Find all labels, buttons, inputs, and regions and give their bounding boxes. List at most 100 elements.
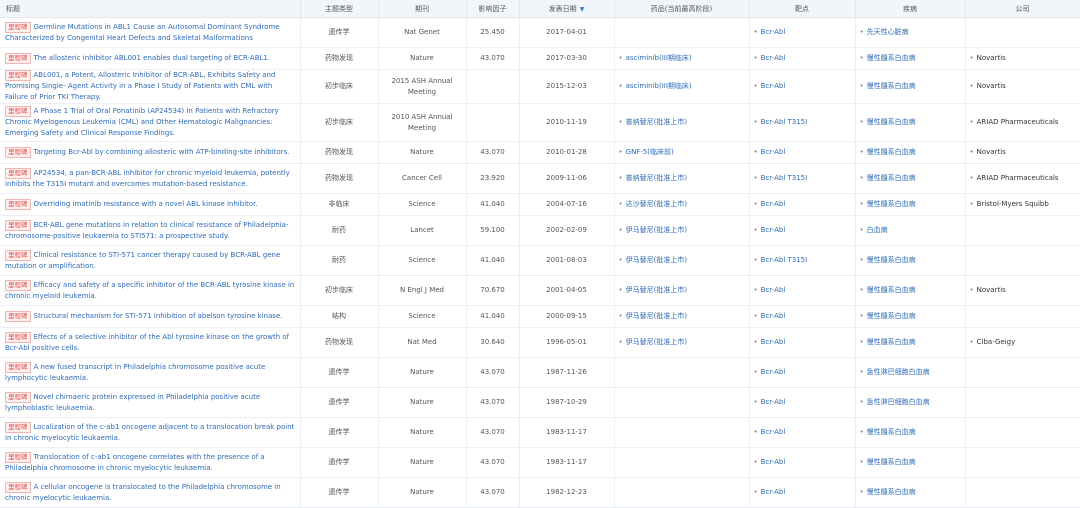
article-title-link[interactable]: AP24534, a pan-BCR-ABL inhibitor for chr… [5, 169, 290, 188]
target-link[interactable]: Bcr-Abl [761, 368, 786, 376]
target-link[interactable]: Bcr-Abl [761, 28, 786, 36]
target-link[interactable]: Bcr-Abl T315I [761, 256, 808, 264]
article-title-link[interactable]: BCR-ABL gene mutations in relation to cl… [5, 221, 288, 240]
article-title-link[interactable]: Efficacy and safety of a specific inhibi… [5, 281, 294, 300]
cell-disease: • 慢性髓系白血病 [855, 447, 966, 478]
article-title-link[interactable]: Clinical resistance to STI-571 cancer th… [5, 251, 280, 270]
target-link[interactable]: Bcr-Abl [761, 338, 786, 346]
cell-date: 1983-11-17 [519, 417, 615, 448]
disease-link[interactable]: 慢性髓系白血病 [867, 312, 916, 320]
cell-company [965, 417, 1080, 448]
target-link[interactable]: Bcr-Abl [761, 488, 786, 496]
target-link[interactable]: Bcr-Abl T315I [761, 118, 808, 126]
cell-drug: • 伊马替尼(批准上市) [614, 245, 750, 276]
bullet-icon: • [618, 200, 623, 208]
target-link[interactable]: Bcr-Abl [761, 458, 786, 466]
column-header-date[interactable]: 发表日期 ▼ [519, 0, 615, 18]
disease-link[interactable]: 慢性髓系白血病 [867, 54, 916, 62]
cell-subject: 遗传学 [300, 357, 379, 388]
article-title-link[interactable]: A Phase 1 Trial of Oral Ponatinib (AP245… [5, 107, 279, 137]
disease-link[interactable]: 慢性髓系白血病 [867, 256, 916, 264]
article-title-link[interactable]: Structural mechanism for STI-571 inhibit… [34, 312, 283, 320]
column-header-subject[interactable]: 主题类型 [300, 0, 379, 18]
article-title-link[interactable]: Localization of the c-ab1 oncogene adjac… [5, 423, 294, 442]
target-link[interactable]: Bcr-Abl [761, 312, 786, 320]
column-header-title[interactable]: 标题 [0, 0, 301, 18]
table-row: 里程碑 A Phase 1 Trial of Oral Ponatinib (AP… [0, 103, 1080, 142]
bullet-icon: • [618, 256, 623, 264]
disease-link[interactable]: 慢性髓系白血病 [867, 82, 916, 90]
cell-title: 里程碑 Clinical resistance to STI-571 cancer… [0, 245, 301, 276]
drug-link[interactable]: 伊马替尼(批准上市) [626, 312, 687, 320]
column-header-drug[interactable]: 药品(当前最高阶段) [614, 0, 750, 18]
article-title-link[interactable]: Novel chimaeric protein expressed in Phi… [5, 393, 260, 412]
table-row: 里程碑 Efficacy and safety of a specific inh… [0, 275, 1080, 306]
column-header-disease[interactable]: 疾病 [855, 0, 966, 18]
disease-link[interactable]: 慢性髓系白血病 [867, 286, 916, 294]
drug-link[interactable]: 伊马替尼(批准上市) [626, 226, 687, 234]
drug-link[interactable]: asciminib(III期临床) [626, 82, 692, 90]
disease-link[interactable]: 先天性心脏病 [867, 28, 909, 36]
cell-subject: 遗传学 [300, 477, 379, 508]
article-title-link[interactable]: A new fused transcript in Philadelphia c… [5, 363, 265, 382]
article-title-link[interactable]: Germline Mutations in ABL1 Cause an Auto… [5, 23, 280, 42]
drug-link[interactable]: GNF-5(临床前) [626, 148, 674, 156]
article-title-link[interactable]: A cellular oncogene is translocated to t… [5, 483, 281, 502]
sort-descending-icon[interactable]: ▼ [580, 6, 585, 13]
bullet-icon: • [753, 368, 758, 376]
article-title-link[interactable]: Targeting Bcr-Abl by combining allosteri… [34, 148, 290, 156]
cell-impact-factor: 41.040 [466, 193, 520, 216]
disease-link[interactable]: 急性淋巴细胞白血病 [867, 398, 930, 406]
drug-link[interactable]: 伊马替尼(批准上市) [626, 256, 687, 264]
column-header-company[interactable]: 公司 [965, 0, 1080, 18]
cell-title: 里程碑 Localization of the c-ab1 oncogene ad… [0, 417, 301, 448]
disease-link[interactable]: 慢性髓系白血病 [867, 458, 916, 466]
target-link[interactable]: Bcr-Abl [761, 200, 786, 208]
target-link[interactable]: Bcr-Abl [761, 428, 786, 436]
article-title-link[interactable]: Effects of a selective inhibitor of the … [5, 333, 289, 352]
target-link[interactable]: Bcr-Abl [761, 398, 786, 406]
column-header-impact-factor[interactable]: 影响因子 [466, 0, 520, 18]
target-link[interactable]: Bcr-Abl [761, 54, 786, 62]
bullet-icon: • [859, 458, 864, 466]
cell-subject: 耐药 [300, 245, 379, 276]
article-title-link[interactable]: Overriding imatinib resistance with a no… [34, 200, 258, 208]
disease-link[interactable]: 慢性髓系白血病 [867, 428, 916, 436]
drug-link[interactable]: 普纳替尼(批准上市) [626, 174, 687, 182]
cell-subject: 遗传学 [300, 447, 379, 478]
target-link[interactable]: Bcr-Abl T315I [761, 174, 808, 182]
bullet-icon: • [859, 428, 864, 436]
drug-link[interactable]: 伊马替尼(批准上市) [626, 338, 687, 346]
drug-link[interactable]: asciminib(III期临床) [626, 54, 692, 62]
disease-link[interactable]: 慢性髓系白血病 [867, 148, 916, 156]
column-header-journal[interactable]: 期刊 [378, 0, 467, 18]
disease-link[interactable]: 慢性髓系白血病 [867, 488, 916, 496]
drug-link[interactable]: 伊马替尼(批准上市) [626, 286, 687, 294]
disease-link[interactable]: 急性淋巴细胞白血病 [867, 368, 930, 376]
disease-link[interactable]: 慢性髓系白血病 [867, 200, 916, 208]
target-link[interactable]: Bcr-Abl [761, 286, 786, 294]
article-title-link[interactable]: The allosteric inhibitor ABL001 enables … [34, 54, 271, 62]
cell-company: • ARIAD Pharmaceuticals [965, 163, 1080, 194]
cell-journal: Nature [378, 141, 467, 164]
cell-journal: Cancer Cell [378, 163, 467, 194]
cell-title: 里程碑 AP24534, a pan-BCR-ABL inhibitor for … [0, 163, 301, 194]
disease-link[interactable]: 慢性髓系白血病 [867, 174, 916, 182]
column-header-target[interactable]: 靶点 [749, 0, 856, 18]
target-link[interactable]: Bcr-Abl [761, 226, 786, 234]
cell-impact-factor: 23.920 [466, 163, 520, 194]
disease-link[interactable]: 慢性髓系白血病 [867, 338, 916, 346]
article-title-link[interactable]: Translocation of c-ab1 oncogene correlat… [5, 453, 265, 472]
disease-link[interactable]: 白血病 [867, 226, 888, 234]
cell-impact-factor: 43.070 [466, 477, 520, 508]
table-row: 里程碑 Overriding imatinib resistance with a… [0, 193, 1080, 216]
milestone-badge: 里程碑 [5, 311, 31, 322]
drug-link[interactable]: 普纳替尼(批准上市) [626, 118, 687, 126]
drug-link[interactable]: 达沙替尼(批准上市) [626, 200, 687, 208]
disease-link[interactable]: 慢性髓系白血病 [867, 118, 916, 126]
target-link[interactable]: Bcr-Abl [761, 148, 786, 156]
table-row: 里程碑 The allosteric inhibitor ABL001 enabl… [0, 47, 1080, 70]
bullet-icon: • [753, 118, 758, 126]
article-title-link[interactable]: ABL001, a Potent, Allosteric Inhibitor o… [5, 71, 275, 101]
target-link[interactable]: Bcr-Abl [761, 82, 786, 90]
